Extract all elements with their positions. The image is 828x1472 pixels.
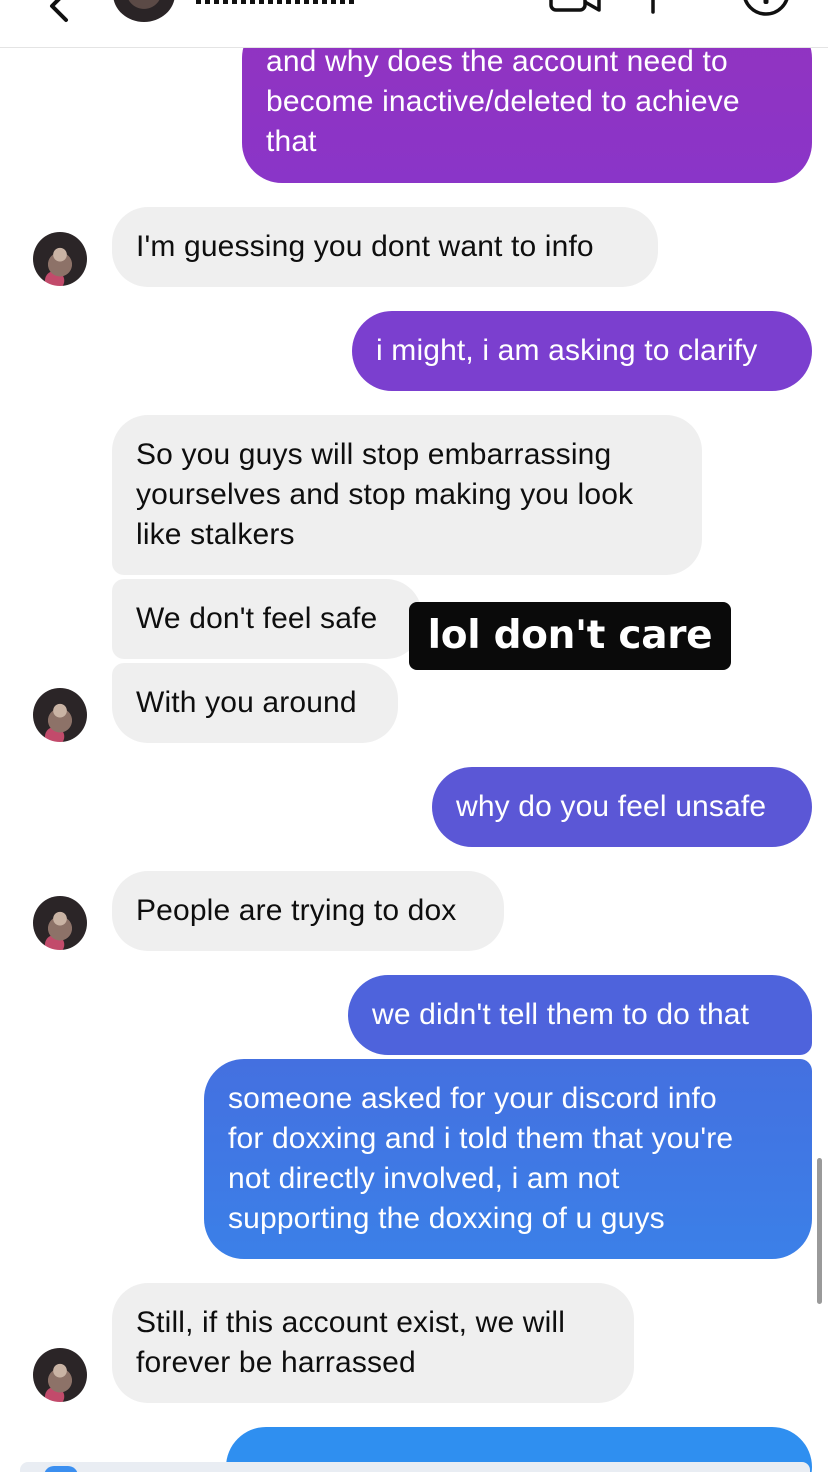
phone-icon[interactable] bbox=[645, 0, 667, 16]
sender-avatar[interactable] bbox=[33, 688, 87, 742]
contact-avatar[interactable] bbox=[113, 0, 175, 22]
sender-avatar[interactable] bbox=[33, 232, 87, 286]
message-bubble-received[interactable]: So you guys will stop embarrassing yours… bbox=[112, 415, 702, 575]
message-composer[interactable] bbox=[20, 1462, 810, 1472]
message-bubble-sent[interactable]: i might, i am asking to clarify bbox=[352, 311, 812, 391]
message-bubble-received[interactable]: We don't feel safe bbox=[112, 579, 422, 659]
chat-header bbox=[0, 0, 828, 48]
message-bubble-received[interactable]: People are trying to dox bbox=[112, 871, 504, 951]
video-call-icon[interactable] bbox=[549, 0, 601, 14]
instagram-dm-screen: and why does the account need to become … bbox=[0, 0, 828, 1472]
message-bubble-received[interactable]: I'm guessing you dont want to info bbox=[112, 207, 658, 287]
scrollbar[interactable] bbox=[817, 1158, 822, 1304]
camera-button[interactable] bbox=[44, 1466, 78, 1472]
sender-avatar[interactable] bbox=[33, 896, 87, 950]
info-icon[interactable] bbox=[740, 0, 792, 18]
contact-name-masked[interactable] bbox=[196, 0, 358, 6]
message-bubble-sent[interactable]: someone asked for your discord info for … bbox=[204, 1059, 812, 1259]
message-bubble-sent[interactable]: why do you feel unsafe bbox=[432, 767, 812, 847]
text-sticker-overlay: lol don't care bbox=[409, 602, 731, 670]
back-chevron-icon[interactable] bbox=[40, 0, 80, 24]
message-bubble-received[interactable]: Still, if this account exist, we will fo… bbox=[112, 1283, 634, 1403]
sender-avatar[interactable] bbox=[33, 1348, 87, 1402]
message-bubble-sent[interactable]: we didn't tell them to do that bbox=[348, 975, 812, 1055]
message-bubble-received[interactable]: With you around bbox=[112, 663, 398, 743]
